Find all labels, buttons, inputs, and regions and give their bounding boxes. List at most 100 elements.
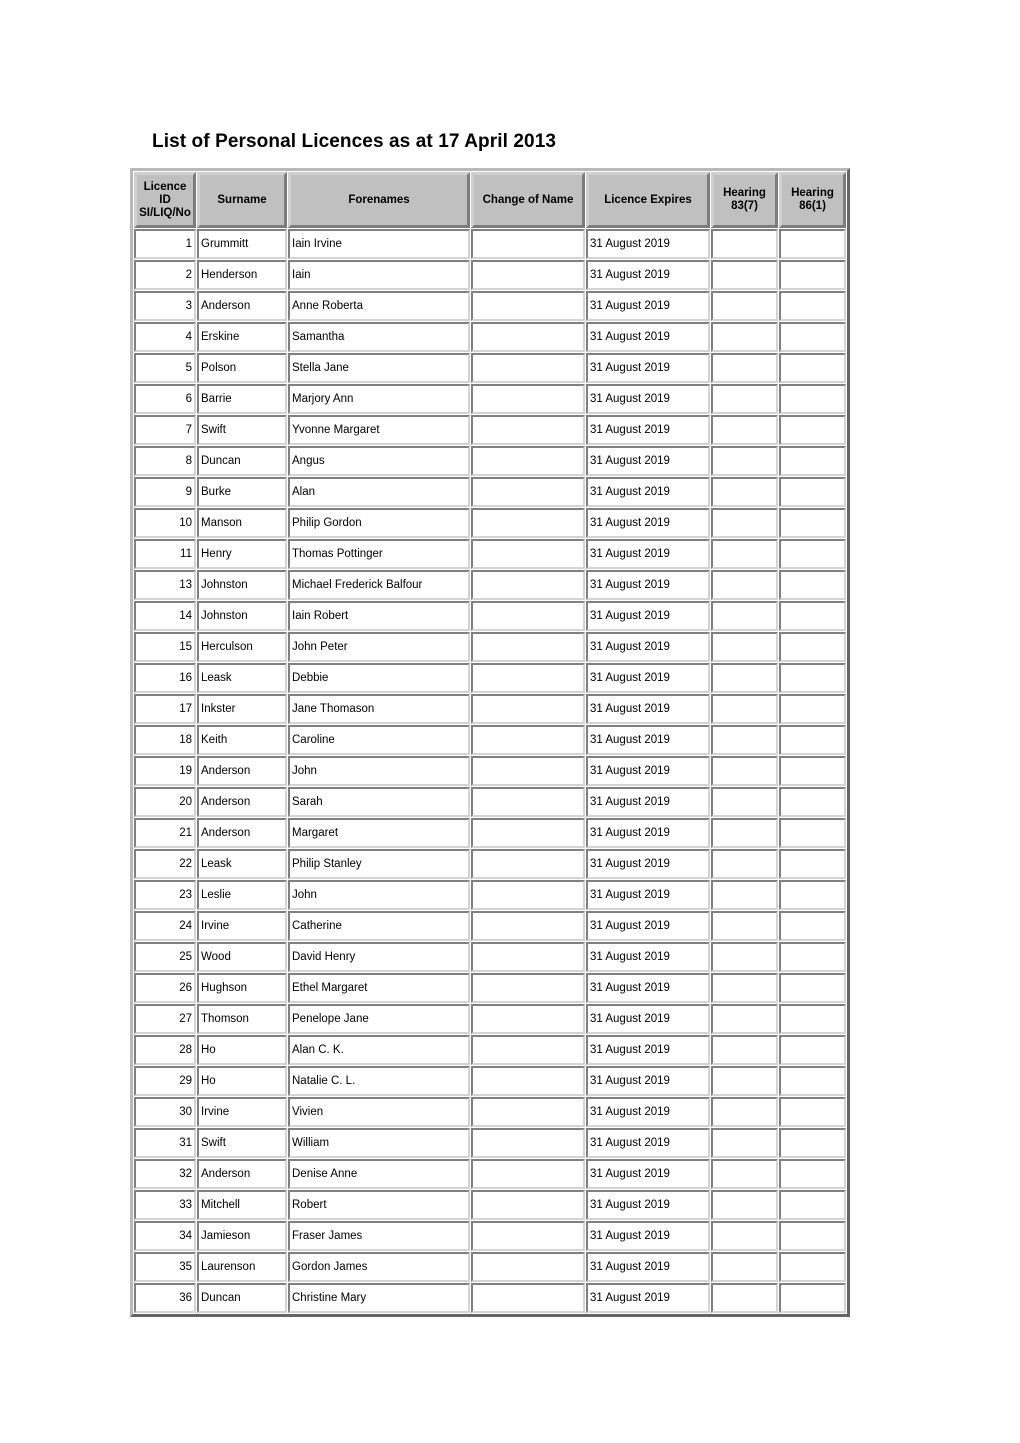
cell-forenames: Samantha [288,322,470,352]
table-row: 10 Manson Philip Gordon 31 August 2019 [134,508,846,538]
table-row: 6 Barrie Marjory Ann 31 August 2019 [134,384,846,414]
cell-hearing-86-1 [779,1283,846,1313]
cell-hearing-86-1 [779,229,846,259]
cell-licence-expires: 31 August 2019 [586,694,710,724]
column-header-licence-id-line1: Licence [143,180,187,193]
cell-licence-id: 5 [134,353,196,383]
cell-change-of-name [471,291,585,321]
cell-surname: Johnston [197,570,287,600]
cell-hearing-83-7 [711,539,778,569]
cell-surname: Anderson [197,787,287,817]
cell-surname: Henry [197,539,287,569]
cell-hearing-86-1 [779,1035,846,1065]
cell-forenames: John [288,880,470,910]
table-row: 11 Henry Thomas Pottinger 31 August 2019 [134,539,846,569]
cell-hearing-83-7 [711,291,778,321]
cell-licence-id: 29 [134,1066,196,1096]
cell-hearing-83-7 [711,415,778,445]
cell-hearing-83-7 [711,353,778,383]
cell-licence-expires: 31 August 2019 [586,787,710,817]
cell-forenames: Iain Robert [288,601,470,631]
cell-licence-id: 13 [134,570,196,600]
table-row: 5 Polson Stella Jane 31 August 2019 [134,353,846,383]
column-header-forenames: Forenames [288,172,470,228]
cell-hearing-86-1 [779,725,846,755]
cell-change-of-name [471,1159,585,1189]
column-header-licence-expires-label: Licence Expires [604,193,692,206]
table-row: 30 Irvine Vivien 31 August 2019 [134,1097,846,1127]
cell-forenames: John Peter [288,632,470,662]
table-row: 26 Hughson Ethel Margaret 31 August 2019 [134,973,846,1003]
cell-surname: Jamieson [197,1221,287,1251]
table-header: Licence ID SI/LIQ/No Surname Forenames C… [134,172,846,228]
cell-change-of-name [471,477,585,507]
cell-change-of-name [471,384,585,414]
column-header-hearing-83-7-line2: 83(7) [731,200,758,212]
cell-surname: Duncan [197,1283,287,1313]
cell-surname: Anderson [197,818,287,848]
cell-licence-expires: 31 August 2019 [586,849,710,879]
table-row: 4 Erskine Samantha 31 August 2019 [134,322,846,352]
table-row: 14 Johnston Iain Robert 31 August 2019 [134,601,846,631]
table-row: 18 Keith Caroline 31 August 2019 [134,725,846,755]
cell-hearing-83-7 [711,1066,778,1096]
cell-change-of-name [471,973,585,1003]
cell-hearing-83-7 [711,1221,778,1251]
cell-licence-id: 33 [134,1190,196,1220]
cell-hearing-86-1 [779,880,846,910]
cell-change-of-name [471,880,585,910]
table-body: 1 Grummitt Iain Irvine 31 August 2019 2 Hende… [134,229,846,1313]
cell-hearing-83-7 [711,1128,778,1158]
cell-licence-id: 4 [134,322,196,352]
cell-licence-id: 24 [134,911,196,941]
column-header-licence-id-line3: SI/LIQ/No [139,206,191,219]
cell-licence-id: 21 [134,818,196,848]
cell-forenames: Robert [288,1190,470,1220]
cell-licence-id: 22 [134,849,196,879]
cell-hearing-83-7 [711,570,778,600]
cell-forenames: Vivien [288,1097,470,1127]
cell-hearing-86-1 [779,1097,846,1127]
cell-forenames: Ethel Margaret [288,973,470,1003]
cell-forenames: Iain [288,260,470,290]
cell-licence-expires: 31 August 2019 [586,1190,710,1220]
cell-change-of-name [471,570,585,600]
cell-licence-id: 19 [134,756,196,786]
table-row: 36 Duncan Christine Mary 31 August 2019 [134,1283,846,1313]
cell-hearing-83-7 [711,477,778,507]
cell-change-of-name [471,849,585,879]
cell-licence-id: 23 [134,880,196,910]
cell-change-of-name [471,1035,585,1065]
cell-change-of-name [471,260,585,290]
cell-change-of-name [471,1097,585,1127]
cell-hearing-86-1 [779,632,846,662]
cell-hearing-83-7 [711,725,778,755]
cell-change-of-name [471,1283,585,1313]
licence-table-container: Licence ID SI/LIQ/No Surname Forenames C… [130,168,850,1317]
cell-hearing-83-7 [711,756,778,786]
table-row: 19 Anderson John 31 August 2019 [134,756,846,786]
cell-licence-id: 2 [134,260,196,290]
cell-forenames: Stella Jane [288,353,470,383]
table-row: 13 Johnston Michael Frederick Balfour 31 Au… [134,570,846,600]
cell-licence-expires: 31 August 2019 [586,539,710,569]
cell-forenames: Caroline [288,725,470,755]
cell-surname: Grummitt [197,229,287,259]
cell-licence-expires: 31 August 2019 [586,973,710,1003]
cell-licence-expires: 31 August 2019 [586,632,710,662]
cell-hearing-83-7 [711,849,778,879]
cell-hearing-86-1 [779,1221,846,1251]
cell-licence-id: 34 [134,1221,196,1251]
cell-licence-id: 11 [134,539,196,569]
cell-change-of-name [471,508,585,538]
cell-change-of-name [471,787,585,817]
cell-licence-expires: 31 August 2019 [586,1097,710,1127]
cell-licence-expires: 31 August 2019 [586,756,710,786]
column-header-hearing-86-1-line1: Hearing [791,187,834,199]
cell-hearing-86-1 [779,787,846,817]
cell-hearing-83-7 [711,632,778,662]
cell-change-of-name [471,694,585,724]
cell-hearing-83-7 [711,1252,778,1282]
cell-licence-id: 36 [134,1283,196,1313]
cell-licence-id: 6 [134,384,196,414]
